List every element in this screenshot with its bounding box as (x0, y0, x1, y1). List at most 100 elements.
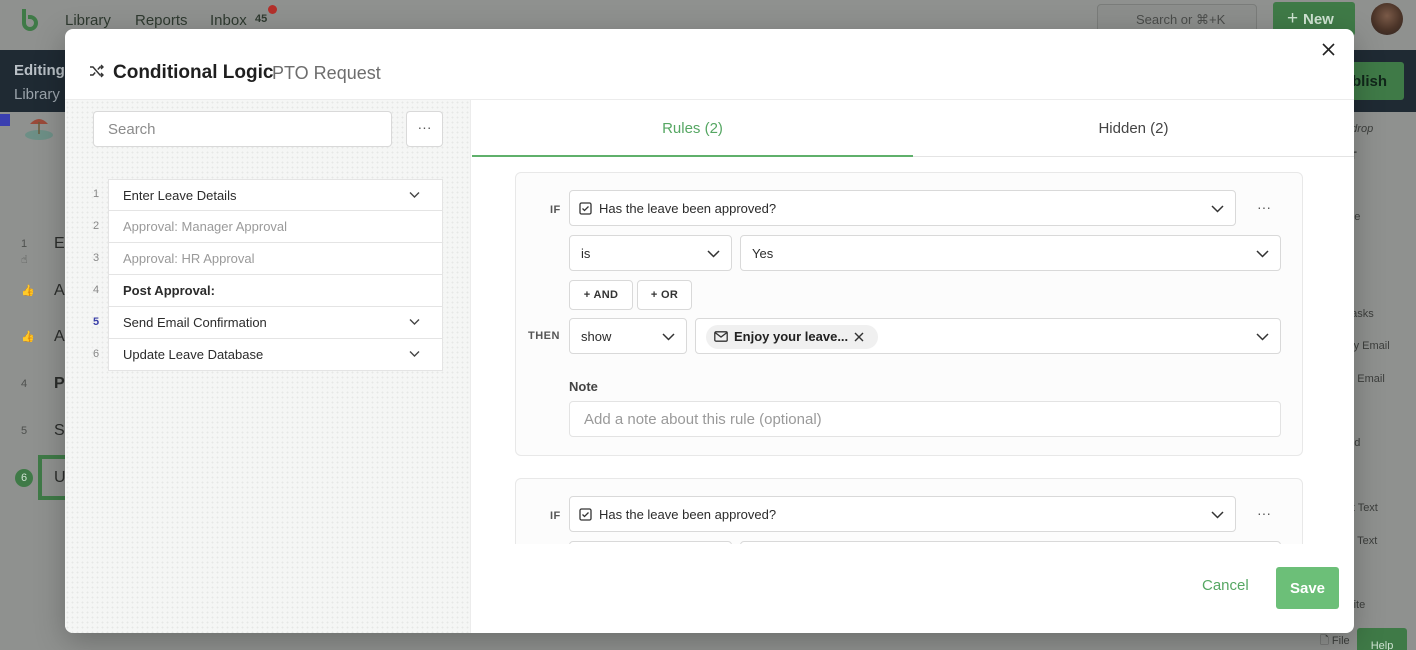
step-card[interactable]: Enter Leave Details (108, 179, 443, 211)
value-label: Yes (752, 246, 774, 261)
conditional-logic-modal: Conditional Logic PTO Request ··· 1 Enter… (65, 29, 1354, 633)
inbox-count-badge: 45 (255, 13, 268, 25)
if-label: IF (550, 510, 561, 522)
modal-title: Conditional Logic (113, 62, 274, 83)
notification-dot (268, 5, 277, 14)
bg-palette-item[interactable]: 🗋 File (1320, 632, 1350, 650)
if-label: IF (550, 204, 561, 216)
beach-icon (25, 119, 53, 140)
add-and-label: AND (593, 289, 619, 301)
step-label: Enter Leave Details (123, 188, 237, 203)
blue-marker (0, 114, 10, 126)
tab-hidden[interactable]: Hidden (2) (913, 100, 1354, 157)
rule-card: IF Has the leave been approved? ··· (515, 478, 1303, 544)
chevron-down-icon[interactable] (409, 191, 420, 199)
step-item[interactable]: 6 Update Leave Database (85, 339, 443, 371)
step-item[interactable]: 1 Enter Leave Details (85, 179, 443, 211)
chevron-down-icon (1256, 333, 1269, 341)
operator-select[interactable]: is (569, 235, 732, 271)
add-and-button[interactable]: + AND (569, 280, 633, 310)
bg-step-text: A (54, 282, 65, 299)
step-number: 2 (92, 220, 100, 232)
rules-list: IF Has the leave been approved? ··· is Y… (472, 158, 1354, 544)
bg-step-num: 6 (15, 469, 33, 487)
value-select[interactable] (740, 541, 1281, 544)
step-number: 4 (92, 284, 100, 296)
checkbox-icon (579, 508, 592, 521)
value-select[interactable]: Yes (740, 235, 1281, 271)
target-select[interactable]: Enjoy your leave... (695, 318, 1281, 354)
cancel-button[interactable]: Cancel (1202, 577, 1249, 594)
chevron-down-icon (662, 333, 675, 341)
action-select[interactable]: show (569, 318, 687, 354)
step-item[interactable]: 4 Post Approval: (85, 275, 443, 307)
bg-step-text: A (54, 328, 65, 345)
target-chip-label: Enjoy your leave... (734, 329, 849, 344)
step-item[interactable]: 2 Approval: Manager Approval (85, 211, 443, 243)
step-card[interactable]: Update Leave Database (108, 339, 443, 371)
operator-select[interactable] (569, 541, 732, 544)
editing-label: Editing (14, 62, 65, 79)
thumbs-up-icon: 👍 (21, 285, 35, 297)
condition-field-label: Has the leave been approved? (599, 201, 777, 216)
nav-reports[interactable]: Reports (135, 12, 188, 29)
new-button-label: New (1303, 11, 1334, 28)
step-card[interactable]: Approval: HR Approval (108, 243, 443, 275)
steps-panel: ··· 1 Enter Leave Details 2 Approval: Manag… (65, 100, 471, 633)
action-label: show (581, 329, 612, 344)
then-label: THEN (528, 330, 560, 342)
bg-step-text: U (54, 469, 66, 486)
add-or-label: OR (660, 289, 679, 301)
step-card[interactable]: Approval: Manager Approval (108, 211, 443, 243)
help-button[interactable]: Help (1357, 628, 1407, 650)
nav-inbox[interactable]: Inbox (210, 12, 247, 29)
condition-field-label: Has the leave been approved? (599, 507, 777, 522)
chevron-down-icon (1256, 250, 1269, 258)
step-label: Send Email Confirmation (123, 315, 267, 330)
save-button[interactable]: Save (1276, 567, 1339, 609)
more-options-button[interactable]: ··· (406, 111, 443, 147)
app-logo-icon (22, 9, 38, 31)
bg-step-text: E (54, 235, 65, 252)
avatar[interactable] (1371, 3, 1403, 35)
shuffle-icon (90, 64, 104, 78)
chevron-down-icon[interactable] (409, 350, 420, 358)
note-label: Note (569, 379, 598, 394)
email-icon (714, 331, 728, 342)
target-chip: Enjoy your leave... (706, 325, 878, 349)
tab-rules[interactable]: Rules (2) (472, 100, 913, 157)
condition-field-select[interactable]: Has the leave been approved? (569, 496, 1236, 532)
logic-tabs: Rules (2) Hidden (2) (472, 100, 1354, 157)
rule-more-button[interactable]: ··· (1254, 505, 1274, 525)
rule-note-input[interactable] (569, 401, 1281, 437)
step-card[interactable]: Post Approval: (108, 275, 443, 307)
nav-library[interactable]: Library (65, 12, 111, 29)
step-list: 1 Enter Leave Details 2 Approval: Manager A… (85, 179, 443, 371)
bg-palette-item-label: File (1331, 635, 1350, 647)
modal-header: Conditional Logic PTO Request (65, 29, 1354, 100)
operator-label: is (581, 246, 591, 261)
chevron-down-icon[interactable] (409, 318, 420, 326)
step-label: Post Approval: (123, 283, 215, 298)
step-number: 3 (92, 252, 100, 264)
condition-field-select[interactable]: Has the leave been approved? (569, 190, 1236, 226)
close-icon[interactable] (1322, 43, 1335, 56)
bg-step-num: 4 (21, 378, 28, 390)
hand-icon: ☝ (21, 254, 28, 266)
steps-search-input[interactable] (93, 111, 392, 147)
remove-chip-icon[interactable] (854, 332, 864, 342)
bg-step-text: P (54, 375, 65, 392)
rule-more-button[interactable]: ··· (1254, 199, 1274, 219)
step-number: 5 (92, 316, 100, 328)
add-or-button[interactable]: + OR (637, 280, 692, 310)
bg-step-num: 5 (21, 425, 28, 437)
step-card[interactable]: Send Email Confirmation (108, 307, 443, 339)
step-label: Approval: HR Approval (123, 251, 255, 266)
step-label: Update Leave Database (123, 347, 264, 362)
breadcrumb-library[interactable]: Library (14, 86, 60, 103)
step-item[interactable]: 5 Send Email Confirmation (85, 307, 443, 339)
plus-icon: + (650, 289, 661, 301)
chevron-down-icon (707, 250, 720, 258)
step-item[interactable]: 3 Approval: HR Approval (85, 243, 443, 275)
step-number: 1 (92, 188, 100, 200)
